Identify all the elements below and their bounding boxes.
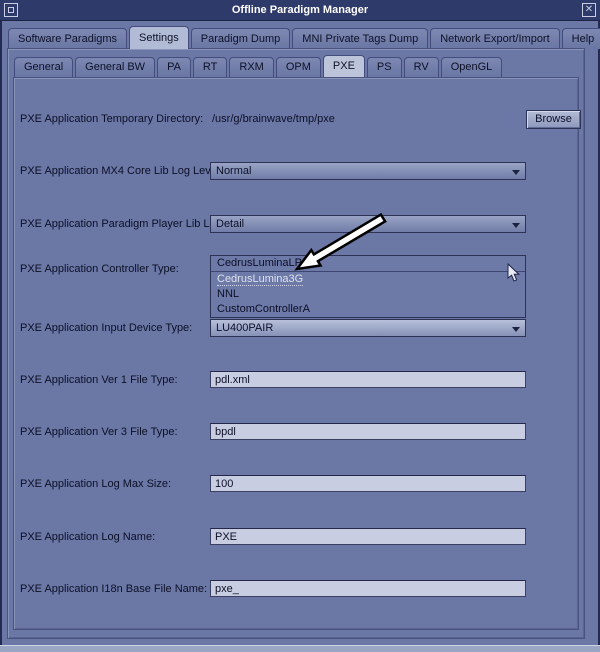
temporary-directory-value: /usr/g/brainwave/tmp/pxe: [212, 113, 335, 126]
browse-button[interactable]: Browse: [526, 110, 581, 129]
tab-pa[interactable]: PA: [157, 57, 191, 77]
tab-general-bw[interactable]: General BW: [75, 57, 155, 77]
list-item-highlighted[interactable]: CedrusLumina3G: [211, 272, 525, 287]
mx4-log-level-label: PXE Application MX4 Core Lib Log Level:: [20, 165, 222, 178]
ver1-file-type-input[interactable]: [210, 371, 526, 388]
restore-box-icon: [8, 7, 14, 13]
log-max-size-label: PXE Application Log Max Size:: [20, 478, 171, 491]
log-name-label: PXE Application Log Name:: [20, 531, 155, 544]
mx4-log-level-combobox[interactable]: Normal: [210, 162, 526, 180]
tab-pxe[interactable]: PXE: [323, 55, 365, 77]
list-item[interactable]: NNL: [211, 287, 525, 302]
i18n-base-file-name-input[interactable]: [210, 580, 526, 597]
tab-rxm[interactable]: RXM: [229, 57, 273, 77]
tab-opm[interactable]: OPM: [276, 57, 321, 77]
tab-paradigm-dump[interactable]: Paradigm Dump: [191, 28, 290, 49]
pxe-panel: [13, 77, 579, 630]
chevron-down-icon: [512, 223, 520, 228]
list-item[interactable]: CustomControllerA: [211, 302, 525, 317]
tab-ps[interactable]: PS: [367, 57, 402, 77]
close-icon[interactable]: ✕: [582, 3, 596, 17]
input-device-type-label: PXE Application Input Device Type:: [20, 322, 192, 335]
tab-software-paradigms[interactable]: Software Paradigms: [8, 28, 127, 49]
ver3-file-type-input[interactable]: [210, 423, 526, 440]
player-log-level-combobox[interactable]: Detail: [210, 215, 526, 233]
log-max-size-input[interactable]: [210, 475, 526, 492]
temporary-directory-label: PXE Application Temporary Directory:: [20, 113, 203, 126]
secondary-tab-bar: General General BW PA RT RXM OPM PXE PS …: [14, 55, 504, 77]
log-name-input[interactable]: [210, 528, 526, 545]
tab-help[interactable]: Help: [562, 28, 600, 49]
controller-type-listbox[interactable]: CedrusLuminaLP400 CedrusLumina3G NNL Cus…: [210, 255, 526, 318]
window-title: Offline Paradigm Manager: [0, 0, 600, 21]
tab-rv[interactable]: RV: [404, 57, 439, 77]
list-item[interactable]: CedrusLuminaLP400: [211, 256, 525, 272]
tab-general[interactable]: General: [14, 57, 73, 77]
tab-network-export-import[interactable]: Network Export/Import: [430, 28, 559, 49]
chevron-down-icon: [512, 327, 520, 332]
tab-mni-private-tags-dump[interactable]: MNI Private Tags Dump: [292, 28, 428, 49]
i18n-base-file-name-label: PXE Application I18n Base File Name:: [20, 583, 207, 596]
window-menu-icon[interactable]: [4, 3, 18, 17]
chevron-down-icon: [512, 170, 520, 175]
input-device-type-value: LU400PAIR: [216, 322, 273, 334]
ver1-file-type-label: PXE Application Ver 1 File Type:: [20, 374, 178, 387]
primary-tab-bar: Software Paradigms Settings Paradigm Dum…: [8, 26, 600, 49]
window-border-left: [0, 0, 2, 652]
tab-opengl[interactable]: OpenGL: [441, 57, 503, 77]
ver3-file-type-label: PXE Application Ver 3 File Type:: [20, 426, 178, 439]
controller-type-label: PXE Application Controller Type:: [20, 263, 179, 276]
mx4-log-level-value: Normal: [216, 165, 251, 177]
bottom-panel-strip: [0, 645, 600, 652]
input-device-type-combobox[interactable]: LU400PAIR: [210, 319, 526, 337]
player-log-level-value: Detail: [216, 218, 244, 230]
tab-rt[interactable]: RT: [193, 57, 227, 77]
titlebar[interactable]: Offline Paradigm Manager ✕: [0, 0, 600, 21]
tab-settings[interactable]: Settings: [129, 26, 189, 49]
